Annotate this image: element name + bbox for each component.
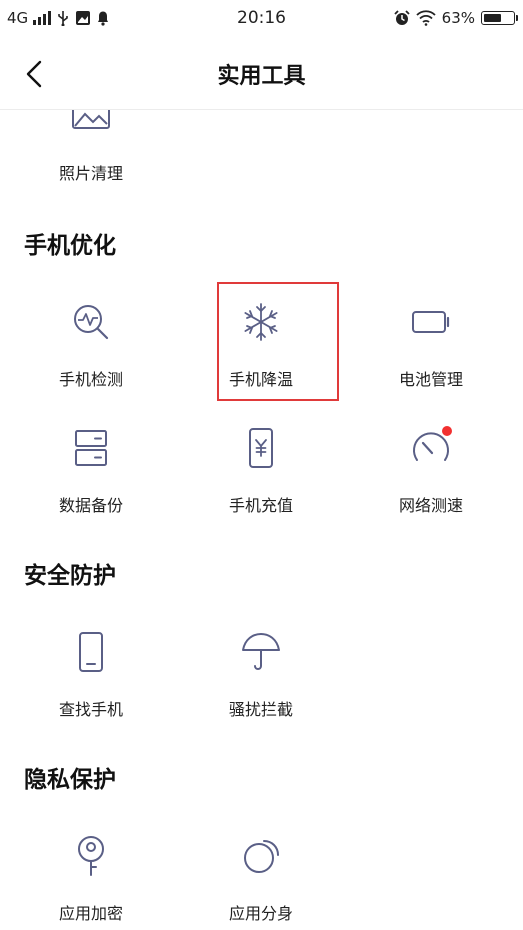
page-title: 实用工具 [217, 64, 306, 89]
battery-percent: 63% [441, 9, 475, 27]
section-title-privacy: 隐私保护 [24, 767, 116, 793]
tool-label: 应用加密 [58, 904, 123, 923]
yuan-phone-icon [249, 428, 273, 468]
tool-label: 骚扰拦截 [228, 700, 293, 719]
tool-app-clone[interactable]: 应用分身 [174, 834, 348, 930]
tool-photo-cleanup[interactable]: 照片清理 [4, 110, 178, 204]
phone-icon [79, 632, 103, 672]
snowflake-icon [244, 303, 278, 341]
clone-circles-icon [244, 840, 279, 873]
tool-app-encrypt[interactable]: 应用加密 [4, 834, 178, 930]
tool-label: 数据备份 [58, 496, 123, 515]
umbrella-icon [242, 633, 280, 670]
section-title-optimize: 手机优化 [24, 233, 116, 259]
tool-harassment-block[interactable]: 骚扰拦截 [174, 630, 348, 740]
tool-network-speedtest[interactable]: 网络测速 [344, 426, 518, 536]
battery-icon [412, 311, 450, 333]
tool-phone-recharge[interactable]: 手机充值 [174, 426, 348, 536]
magnifier-pulse-icon [74, 305, 109, 340]
tool-phone-check[interactable]: 手机检测 [4, 300, 178, 410]
tools-list[interactable]: 照片清理 手机优化 手机检测 手机降温 电池管理 数据备份 手机充值 网络测速 … [0, 110, 523, 930]
storage-icon [75, 430, 107, 466]
tool-phone-cooling[interactable]: 手机降温 [174, 300, 348, 410]
tool-label: 应用分身 [228, 904, 293, 923]
tool-find-phone[interactable]: 查找手机 [4, 630, 178, 740]
tool-label: 手机检测 [58, 370, 123, 389]
tool-label: 照片清理 [58, 164, 123, 183]
tool-battery-management[interactable]: 电池管理 [344, 300, 518, 410]
image-icon [72, 110, 110, 129]
tool-label: 网络测速 [398, 496, 463, 515]
nav-bar: 实用工具 [0, 36, 523, 110]
battery-fill [484, 14, 501, 22]
key-icon [78, 836, 104, 876]
tool-label: 电池管理 [398, 370, 463, 389]
wifi-icon [416, 10, 436, 26]
tool-data-backup[interactable]: 数据备份 [4, 426, 178, 536]
alarm-icon [394, 10, 410, 25]
status-bar: 4G 20:16 63% [0, 0, 523, 36]
battery-icon [481, 11, 518, 25]
notification-badge [442, 426, 452, 436]
tool-label: 手机降温 [228, 370, 293, 389]
tool-label: 手机充值 [228, 496, 293, 515]
tool-label: 查找手机 [58, 700, 123, 719]
section-title-security: 安全防护 [24, 563, 116, 589]
status-right: 63% [394, 9, 518, 27]
